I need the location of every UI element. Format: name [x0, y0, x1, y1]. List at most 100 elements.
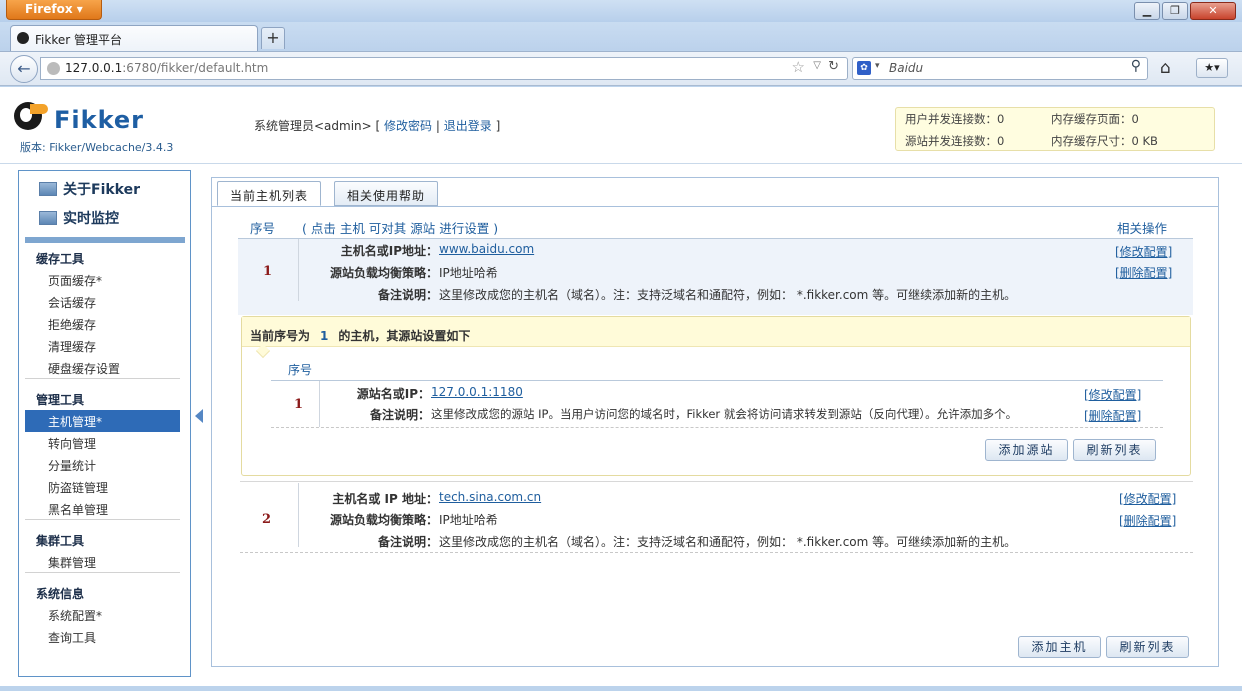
- dropdown-arrow-icon: ▾: [76, 2, 83, 16]
- sidebar-item-redirect[interactable]: 转向管理: [48, 435, 96, 452]
- sidebar-item-stats[interactable]: 分量统计: [48, 457, 96, 474]
- host-row-divider: [240, 552, 1193, 553]
- header-divider: [0, 163, 1242, 164]
- new-tab-button[interactable]: +: [261, 27, 285, 49]
- tab-title: Fikker 管理平台: [35, 33, 122, 47]
- mem-size-stat: 内存缓存尺寸：0 KB: [1051, 134, 1158, 148]
- sidebar-item-hotlink[interactable]: 防盗链管理: [48, 479, 108, 496]
- sidebar-item-disk-cache[interactable]: 硬盘缓存设置: [48, 360, 120, 377]
- host-link[interactable]: www.baidu.com: [439, 242, 534, 256]
- policy-value: IP地址哈希: [439, 513, 498, 527]
- search-bar[interactable]: ✿ ▾ Baidu ⚲: [852, 57, 1148, 80]
- sidebar-item-monitor[interactable]: 实时监控: [39, 208, 119, 228]
- window-title-bar: [0, 0, 1242, 22]
- delete-origin-link[interactable]: [删除配置]: [1084, 407, 1141, 424]
- host-label: 主机名或 IP 地址：: [332, 492, 438, 506]
- toucan-logo-icon: [12, 100, 48, 134]
- host-link[interactable]: tech.sina.com.cn: [439, 490, 541, 504]
- sidebar-item-query-tools[interactable]: 查询工具: [48, 629, 96, 646]
- search-icon[interactable]: ⚲: [1131, 58, 1141, 74]
- edit-host-link[interactable]: [修改配置]: [1119, 490, 1176, 507]
- globe-icon: [47, 62, 60, 75]
- edit-host-link[interactable]: [修改配置]: [1115, 243, 1172, 260]
- minimize-button[interactable]: ▁: [1134, 2, 1160, 20]
- note-value: 这里修改成您的主机名（域名）。注：支持泛域名和通配符，例如： *.fikker.…: [439, 535, 1017, 549]
- origin-panel-index: 1: [320, 329, 329, 343]
- maximize-button[interactable]: ❐: [1162, 2, 1188, 20]
- sidebar-divider-bar: [25, 237, 185, 243]
- tab-host-list[interactable]: 当前主机列表: [217, 181, 322, 206]
- origin-link[interactable]: 127.0.0.1:1180: [431, 385, 523, 399]
- bookmark-star-icon[interactable]: ☆: [792, 58, 805, 76]
- firefox-menu-button[interactable]: Firefox ▾: [6, 0, 102, 20]
- bookmarks-menu-icon[interactable]: ★▾: [1196, 58, 1228, 78]
- fikker-favicon-icon: [17, 32, 29, 44]
- origin-note-value: 这里修改成您的源站 IP。当用户访问您的域名时，Fikker 就会将访问请求转发…: [431, 407, 1018, 421]
- main-panel: 当前主机列表 相关使用帮助 序号 ( 点击 主机 可对其 源站 进行设置 ) 相…: [211, 177, 1219, 667]
- add-origin-button[interactable]: 添加源站: [985, 439, 1068, 461]
- sidebar-item-reject-cache[interactable]: 拒绝缓存: [48, 316, 96, 333]
- back-button[interactable]: ←: [10, 55, 38, 83]
- row-divider-top: [240, 481, 1193, 482]
- baidu-paw-icon: ✿: [857, 61, 871, 75]
- logout-link[interactable]: 退出登录: [444, 119, 492, 133]
- edit-origin-link[interactable]: [修改配置]: [1084, 386, 1141, 403]
- sidebar-item-blacklist[interactable]: 黑名单管理: [48, 501, 108, 518]
- admin-info: 系统管理员<admin> [ 修改密码 | 退出登录 ]: [254, 117, 500, 134]
- origin-panel: 当前序号为 1 的主机，其源站设置如下 序号 1 源站名或IP： 127.0.0.1…: [241, 316, 1191, 476]
- url-bar[interactable]: 127.0.0.1:6780/fikker/default.htm ☆ ▽ ↻: [40, 57, 848, 80]
- sidebar-section-cluster: 集群工具: [36, 534, 85, 548]
- host-value[interactable]: www.baidu.com: [439, 242, 534, 256]
- sidebar-item-about[interactable]: 关于Fikker: [39, 179, 140, 199]
- sidebar-item-clear-cache[interactable]: 清理缓存: [48, 338, 96, 355]
- sidebar-section-system: 系统信息: [36, 587, 85, 601]
- sidebar-section-manage: 管理工具: [36, 393, 85, 407]
- origin-value[interactable]: 127.0.0.1:1180: [431, 385, 523, 399]
- sidebar-section-cache: 缓存工具: [36, 252, 85, 266]
- sidebar-item-system-config[interactable]: 系统配置*: [48, 607, 102, 624]
- collapse-sidebar-icon[interactable]: [195, 409, 203, 423]
- sidebar-item-page-cache[interactable]: 页面缓存*: [48, 272, 102, 289]
- policy-label: 源站负载均衡策略：: [329, 266, 438, 280]
- sidebar-item-session-cache[interactable]: 会话缓存: [48, 294, 96, 311]
- url-host: 127.0.0.1: [65, 61, 123, 75]
- origin-note-label: 备注说明：: [369, 408, 430, 422]
- note-label: 备注说明：: [377, 288, 438, 302]
- browser-tab[interactable]: Fikker 管理平台: [10, 25, 258, 51]
- host-value[interactable]: tech.sina.com.cn: [439, 490, 541, 504]
- delete-host-link[interactable]: [删除配置]: [1119, 512, 1176, 529]
- back-arrow-icon: ←: [17, 59, 31, 78]
- origin-label: 源站名或IP：: [356, 387, 430, 401]
- sidebar-divider: [25, 378, 180, 379]
- logo-text: Fikker: [54, 106, 145, 134]
- sidebar-item-host-manage[interactable]: 主机管理*: [48, 413, 102, 430]
- window-bottom-border: [0, 686, 1242, 691]
- url-dropdown-icon[interactable]: ▽: [813, 60, 821, 71]
- row-divider: [319, 381, 320, 427]
- host-index: 1: [263, 264, 273, 279]
- col-header-hint: ( 点击 主机 可对其 源站 进行设置 ): [302, 221, 499, 236]
- tab-help[interactable]: 相关使用帮助: [334, 181, 439, 206]
- origin-row-divider: [271, 427, 1163, 428]
- search-placeholder: Baidu: [889, 61, 924, 75]
- origin-header-underline: [271, 380, 1163, 381]
- host-index: 2: [262, 512, 272, 527]
- note-label: 备注说明：: [377, 535, 438, 549]
- change-password-link[interactable]: 修改密码: [384, 119, 432, 133]
- sidebar-divider: [25, 519, 180, 520]
- home-icon[interactable]: ⌂: [1160, 58, 1171, 78]
- col-header-ops: 相关操作: [1117, 221, 1168, 236]
- add-host-button[interactable]: 添加主机: [1018, 636, 1101, 658]
- engine-dropdown-icon[interactable]: ▾: [875, 61, 880, 71]
- reload-icon[interactable]: ↻: [828, 59, 839, 74]
- sidebar-item-cluster-manage[interactable]: 集群管理: [48, 554, 96, 571]
- bracket: ]: [495, 119, 501, 133]
- refresh-origin-button[interactable]: 刷新列表: [1073, 439, 1156, 461]
- refresh-hosts-button[interactable]: 刷新列表: [1106, 636, 1189, 658]
- mem-pages-stat: 内存缓存页面：0: [1051, 112, 1139, 126]
- policy-value: IP地址哈希: [439, 266, 498, 280]
- close-window-button[interactable]: ✕: [1190, 2, 1236, 20]
- delete-host-link[interactable]: [删除配置]: [1115, 264, 1172, 281]
- note-value: 这里修改成您的主机名（域名）。注：支持泛域名和通配符，例如： *.fikker.…: [439, 288, 1017, 302]
- version-label: 版本: Fikker/Webcache/3.4.3: [20, 141, 174, 154]
